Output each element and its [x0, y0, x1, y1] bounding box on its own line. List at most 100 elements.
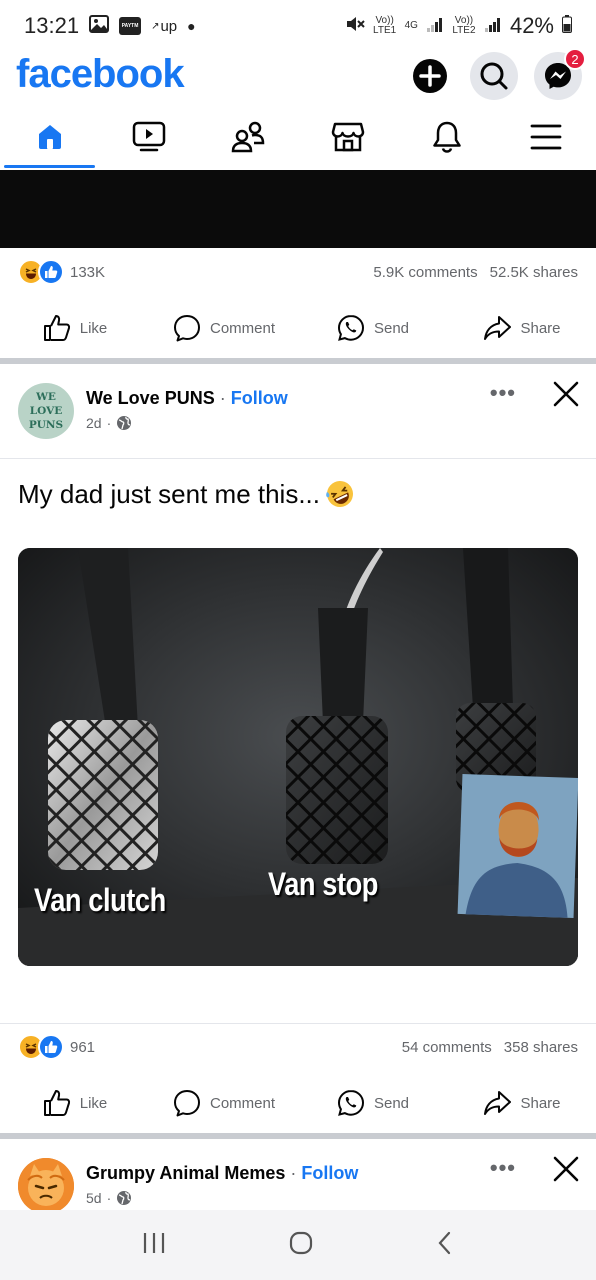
- post-stats: 961 54 comments 358 shares: [0, 1024, 596, 1070]
- whatsapp-icon: [337, 314, 364, 341]
- post-author-line: We Love PUNS · Follow: [86, 388, 288, 409]
- post-actions: Like Comment Send Share: [0, 303, 596, 353]
- globe-icon: [117, 1191, 132, 1205]
- messenger-button[interactable]: 2: [534, 48, 586, 100]
- comment-button[interactable]: Comment: [149, 313, 298, 343]
- reaction-count: 961: [70, 1038, 96, 1056]
- post-divider: [0, 1133, 596, 1139]
- post-text: My dad just sent me this...: [18, 478, 356, 510]
- like-button[interactable]: Like: [0, 1088, 149, 1118]
- hide-post-button[interactable]: [552, 380, 580, 413]
- thumbs-up-icon: [43, 1090, 70, 1116]
- back-chevron-icon: [438, 1231, 451, 1254]
- avatar[interactable]: WE LOVE PUNS: [18, 383, 74, 439]
- rofl-emoji-icon: [326, 481, 354, 507]
- back-button[interactable]: [435, 1230, 455, 1261]
- comment-icon: [173, 315, 200, 342]
- tab-friends[interactable]: [199, 106, 298, 168]
- post-image[interactable]: Van clutch Van stop: [18, 548, 578, 966]
- video-icon: [132, 121, 166, 152]
- post-meta: 2d ·: [86, 415, 132, 431]
- up-icon: ↗ up: [151, 17, 178, 35]
- share-button[interactable]: Share: [447, 313, 596, 343]
- page-name-link[interactable]: Grumpy Animal Memes: [86, 1163, 285, 1183]
- comment-count[interactable]: 5.9K comments: [373, 264, 477, 281]
- search-icon: [480, 62, 508, 90]
- menu-icon: [530, 124, 562, 150]
- follow-button[interactable]: Follow: [231, 388, 288, 408]
- thumbs-up-icon: [43, 315, 70, 341]
- avatar-text-line: LOVE: [29, 405, 63, 417]
- avatar[interactable]: [18, 1158, 74, 1214]
- like-label: Like: [79, 1094, 108, 1112]
- close-icon: [553, 381, 579, 407]
- header-separator: [0, 458, 596, 459]
- post-time[interactable]: 5d: [86, 1190, 102, 1206]
- main-nav-tabs: [0, 106, 596, 168]
- previous-post-video[interactable]: [0, 170, 596, 248]
- more-options-button[interactable]: •••: [490, 1155, 516, 1181]
- tab-menu[interactable]: [497, 106, 596, 168]
- image-caption-middle: Van stop: [268, 866, 378, 902]
- mute-icon: [345, 13, 365, 39]
- reaction-icons[interactable]: 133K: [18, 259, 105, 285]
- friends-icon: [232, 121, 265, 153]
- system-navigation-bar: [0, 1210, 596, 1280]
- share-label: Share: [520, 319, 561, 337]
- gallery-icon: [89, 13, 110, 39]
- plus-icon: [413, 59, 447, 93]
- signal-1-icon: [426, 13, 444, 39]
- tab-home[interactable]: [0, 106, 99, 168]
- like-label: Like: [79, 319, 108, 337]
- van-gogh-portrait: [457, 774, 578, 918]
- page-name-link[interactable]: We Love PUNS: [86, 388, 215, 408]
- like-button[interactable]: Like: [0, 313, 149, 343]
- separator-dot: ·: [219, 388, 226, 408]
- post-stats: 133K 5.9K comments 52.5K shares: [0, 249, 596, 295]
- share-button[interactable]: Share: [447, 1088, 596, 1118]
- comment-button[interactable]: Comment: [149, 1088, 298, 1118]
- bell-icon: [433, 121, 461, 153]
- separator-dot: ·: [290, 1163, 297, 1183]
- send-button[interactable]: Send: [298, 1088, 447, 1118]
- post-caption: My dad just sent me this...: [18, 478, 321, 509]
- recent-apps-button[interactable]: [141, 1231, 167, 1260]
- follow-button[interactable]: Follow: [301, 1163, 358, 1183]
- hide-post-button[interactable]: [552, 1155, 580, 1188]
- send-label: Send: [373, 1094, 410, 1112]
- tab-video[interactable]: [99, 106, 198, 168]
- more-options-button[interactable]: •••: [490, 380, 516, 406]
- recent-apps-icon: [143, 1232, 164, 1253]
- search-button[interactable]: [470, 52, 518, 100]
- share-count[interactable]: 358 shares: [504, 1039, 578, 1056]
- marketplace-icon: [331, 122, 364, 152]
- post-actions: Like Comment Send Share: [0, 1078, 596, 1128]
- reaction-count: 133K: [70, 263, 106, 281]
- reaction-icons[interactable]: 961: [18, 1034, 95, 1060]
- close-icon: [553, 1156, 579, 1182]
- post-author-line: Grumpy Animal Memes · Follow: [86, 1163, 358, 1184]
- sim1-label: Vo)) LTE1: [373, 15, 397, 36]
- whatsapp-icon: [337, 1089, 364, 1116]
- tab-notifications[interactable]: [397, 106, 496, 168]
- comment-icon: [173, 1090, 200, 1117]
- comment-count[interactable]: 54 comments: [402, 1039, 492, 1056]
- comment-label: Comment: [209, 1094, 276, 1112]
- status-bar: 13:21 PAYTM ↗ up ● Vo)) LTE1 4G Vo)) LTE2…: [0, 0, 596, 52]
- comment-label: Comment: [209, 319, 276, 337]
- paytm-icon: PAYTM: [119, 17, 142, 35]
- share-count[interactable]: 52.5K shares: [490, 264, 578, 281]
- like-reaction-icon: [38, 1034, 64, 1060]
- post-header: WE LOVE PUNS We Love PUNS · Follow 2d · …: [0, 370, 596, 440]
- sim2-label: Vo)) LTE2: [452, 15, 476, 36]
- post-time[interactable]: 2d: [86, 415, 102, 431]
- home-nav-button[interactable]: [288, 1230, 314, 1261]
- tab-marketplace[interactable]: [298, 106, 397, 168]
- post-divider: [0, 358, 596, 364]
- post-header: Grumpy Animal Memes · Follow 5d · •••: [0, 1145, 596, 1215]
- send-button[interactable]: Send: [298, 313, 447, 343]
- battery-percent: 42%: [509, 13, 554, 38]
- create-button[interactable]: [406, 52, 454, 100]
- signal-2-icon: [484, 13, 502, 39]
- facebook-logo[interactable]: facebook: [16, 52, 185, 97]
